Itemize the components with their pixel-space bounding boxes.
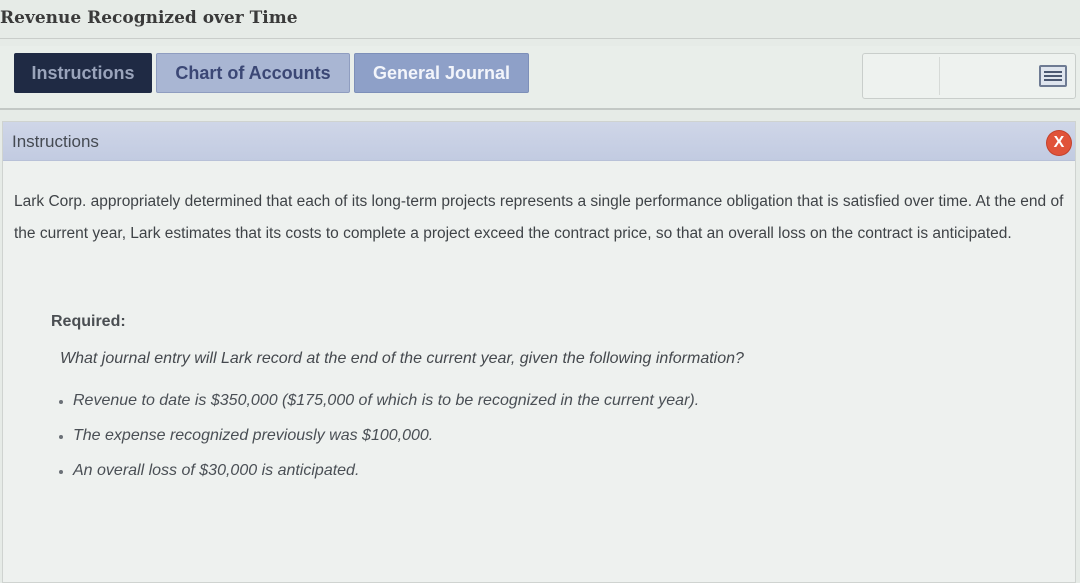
- required-question: What journal entry will Lark record at t…: [60, 350, 744, 367]
- toolbar-divider: [939, 57, 940, 95]
- list-item-text: The expense recognized previously was $1…: [73, 427, 434, 444]
- app-title: Revenue Recognized over Time: [0, 8, 298, 28]
- hamburger-menu-icon[interactable]: [1039, 65, 1067, 87]
- tab-bar: Instructions Chart of Accounts General J…: [0, 46, 1080, 110]
- menu-line: [1044, 75, 1062, 77]
- tab-instructions[interactable]: Instructions: [14, 53, 152, 93]
- list-item: An overall loss of $30,000 is anticipate…: [53, 462, 699, 497]
- required-label: Required:: [51, 313, 126, 330]
- tab-chart-of-accounts[interactable]: Chart of Accounts: [156, 53, 350, 93]
- bullet-icon: [59, 435, 63, 439]
- toolbar-right-area: [862, 53, 1076, 99]
- bullet-icon: [59, 470, 63, 474]
- tab-general-journal[interactable]: General Journal: [354, 53, 529, 93]
- list-item-text: Revenue to date is $350,000 ($175,000 of…: [73, 392, 700, 409]
- menu-line: [1044, 79, 1062, 81]
- list-item: The expense recognized previously was $1…: [53, 427, 699, 462]
- instructions-body: Lark Corp. appropriately determined that…: [14, 193, 1064, 242]
- title-divider: [0, 38, 1080, 39]
- close-button[interactable]: X: [1047, 131, 1071, 155]
- list-item: Revenue to date is $350,000 ($175,000 of…: [53, 392, 699, 427]
- bullet-icon: [59, 400, 63, 404]
- panel-title: Instructions: [12, 132, 99, 151]
- menu-line: [1044, 71, 1062, 73]
- list-item-text: An overall loss of $30,000 is anticipate…: [73, 462, 360, 479]
- instructions-panel: Instructions X Lark Corp. appropriately …: [2, 121, 1076, 583]
- info-list: Revenue to date is $350,000 ($175,000 of…: [53, 392, 699, 497]
- panel-header: Instructions X: [3, 122, 1075, 161]
